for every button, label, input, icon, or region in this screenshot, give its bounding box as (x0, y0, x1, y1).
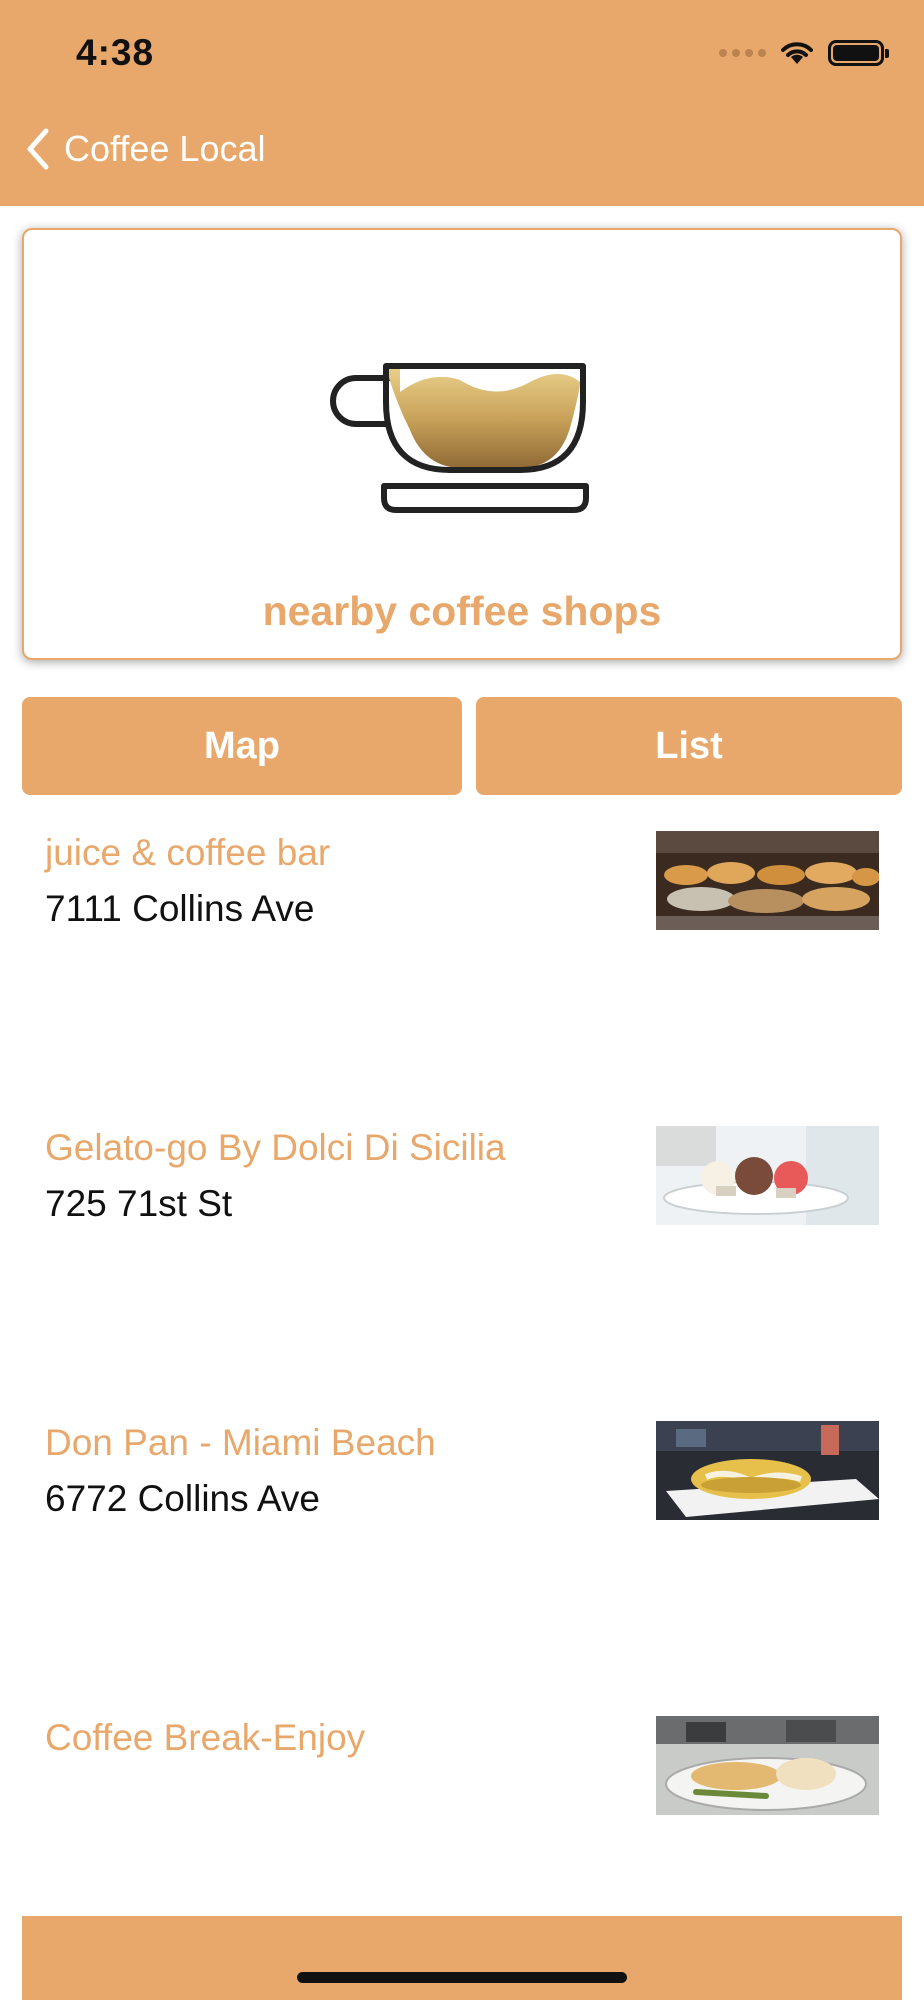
hero-caption: nearby coffee shops (262, 588, 662, 634)
list-item[interactable]: Gelato-go By Dolci Di Sicilia 725 71st S… (0, 1115, 924, 1410)
shop-address: 725 71st St (45, 1183, 233, 1224)
back-button[interactable]: Coffee Local (26, 128, 265, 170)
hero-card: nearby coffee shops (22, 228, 902, 660)
shop-name: Gelato-go By Dolci Di Sicilia (45, 1127, 506, 1168)
back-button-label: Coffee Local (64, 128, 266, 169)
list-item[interactable]: Don Pan - Miami Beach 6772 Collins Ave (0, 1410, 924, 1705)
shop-name: Coffee Break-Enjoy (45, 1717, 366, 1758)
shop-thumbnail (656, 1126, 879, 1225)
shop-thumbnail (656, 1716, 879, 1815)
shop-thumbnail (656, 831, 879, 930)
chevron-left-icon (27, 128, 49, 170)
list-item[interactable]: juice & coffee bar 7111 Collins Ave (0, 820, 924, 1115)
shop-thumbnail (656, 1421, 879, 1520)
home-indicator[interactable] (297, 1972, 627, 1983)
battery-icon (828, 40, 889, 66)
shop-address: 7111 Collins Ave (45, 888, 315, 929)
navigation-bar: 4:38 Coffee Local (0, 0, 924, 206)
shop-name: Don Pan - Miami Beach (45, 1422, 436, 1463)
cellular-signal-icon (719, 49, 766, 57)
map-button[interactable]: Map (22, 697, 462, 795)
wifi-icon (781, 42, 813, 64)
shop-name: juice & coffee bar (45, 832, 331, 873)
status-icons (719, 40, 889, 66)
shop-list[interactable]: juice & coffee bar 7111 Collins Ave Gela… (0, 820, 924, 2000)
status-time: 4:38 (76, 32, 155, 73)
shop-address: 6772 Collins Ave (45, 1478, 320, 1519)
list-button[interactable]: List (476, 697, 902, 795)
coffee-cup-icon (330, 363, 589, 513)
bottom-bar (22, 1916, 902, 2000)
